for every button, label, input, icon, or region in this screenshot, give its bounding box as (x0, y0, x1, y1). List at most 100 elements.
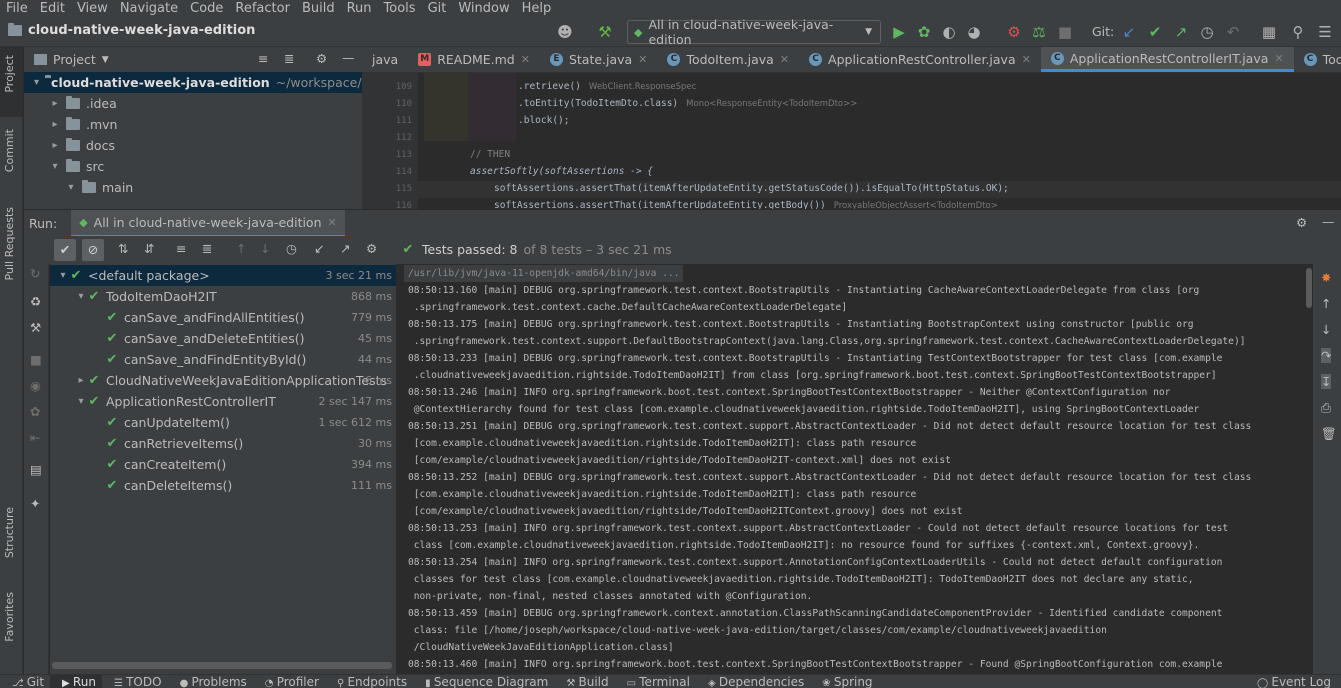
git-commit-icon[interactable]: ✔ (1146, 23, 1164, 41)
up-icon[interactable]: ↑ (1321, 296, 1331, 311)
close-icon[interactable]: ✕ (1274, 52, 1283, 65)
tool-commit[interactable]: Commit (3, 129, 16, 172)
tree-item[interactable]: ▸ docs (50, 135, 115, 156)
run-with-icon[interactable]: ⚙ (1005, 23, 1023, 41)
menu-item-git[interactable]: Git (422, 0, 453, 17)
editor-tab[interactable]: C ApplicationRestController.java ✕ (799, 47, 1041, 72)
project-pane-title[interactable]: Project (53, 52, 96, 67)
previous-icon[interactable]: ↑ (236, 241, 246, 256)
test-method-row[interactable]: ✔ canCreateItem() 394 ms (50, 454, 396, 475)
git-push-icon[interactable]: ↗ (1172, 23, 1190, 41)
debug-icon[interactable]: ✿ (915, 23, 933, 41)
bottom-tab-endpoints[interactable]: ⚲ Endpoints (325, 675, 413, 688)
menu-item-navigate[interactable]: Navigate (114, 0, 184, 17)
event-log-button[interactable]: ◯ Event Log (1245, 675, 1341, 688)
scrollbar-thumb[interactable] (1306, 268, 1312, 308)
menu-item-window[interactable]: Window (452, 0, 515, 17)
editor-tab[interactable]: M README.md ✕ (408, 47, 540, 72)
test-method-row[interactable]: ✔ canDeleteItems() 111 ms (50, 475, 396, 496)
sort-alpha-icon[interactable]: ⇅ (118, 241, 128, 256)
chevron-down-icon[interactable]: ▾ (34, 77, 39, 88)
test-root-row[interactable]: ▾ ✔ <default package> 3 sec 21 ms (50, 265, 396, 286)
editor-tab[interactable]: CTodoService.✕ (1294, 47, 1341, 72)
menu-item-file[interactable]: File (0, 0, 34, 17)
test-class-row[interactable]: ▾ ✔ ApplicationRestControllerIT 2 sec 147 m… (50, 391, 396, 412)
console-scrollbar[interactable] (1305, 264, 1313, 674)
build-hammer-icon[interactable]: ⚒ (596, 23, 614, 41)
menu-item-help[interactable]: Help (516, 0, 558, 17)
test-method-row[interactable]: ✔ canSave_andFindEntityById() 44 ms (50, 349, 396, 370)
tree-item[interactable]: ▾ src (50, 156, 104, 177)
close-icon[interactable]: ✕ (780, 53, 789, 66)
bottom-tab-problems[interactable]: ● Problems (168, 675, 253, 688)
import-icon[interactable]: ↙ (314, 241, 324, 256)
profiler-icon[interactable]: ✸ (1321, 270, 1331, 285)
debug-icon[interactable]: ✿ (30, 404, 40, 419)
bottom-tab-git[interactable]: ⎇ Git (0, 675, 50, 688)
chevron-down-icon[interactable]: ▾ (76, 396, 86, 407)
trash-icon[interactable]: 🗑 (1321, 426, 1337, 442)
tree-item[interactable]: ▾ main (66, 177, 133, 198)
expand-all-icon[interactable]: ≡ (176, 241, 186, 256)
project-root-row[interactable]: ▾ cloud-native-week-java-edition ~/workspa… (24, 72, 395, 93)
minimize-icon[interactable]: — (342, 50, 355, 65)
history-icon[interactable]: ◷ (286, 241, 297, 256)
run-icon[interactable]: ▶ (890, 23, 908, 41)
menu-item-build[interactable]: Build (296, 0, 341, 17)
next-icon[interactable]: ↓ (260, 241, 270, 256)
editor-tab[interactable]: C TodoItem.java ✕ (657, 47, 799, 72)
bottom-tab-build[interactable]: ⚒ Build (554, 675, 614, 688)
tree-item[interactable]: ▸ .mvn (50, 114, 117, 135)
collapse-all-icon[interactable]: ≣ (202, 241, 212, 256)
chevron-right-icon[interactable]: ▸ (76, 375, 86, 386)
attach-icon[interactable]: ⚖ (1030, 23, 1048, 41)
chevron-down-icon[interactable]: ▾ (50, 161, 60, 172)
bottom-tab-dependencies[interactable]: ◈ Dependencies (696, 675, 810, 688)
scroll-to-end-icon[interactable]: ↧ (1321, 374, 1332, 389)
test-class-row[interactable]: ▾ ✔ TodoItemDaoH2IT 868 ms (50, 286, 396, 307)
print-icon[interactable]: ⎙ (1321, 400, 1331, 416)
collapse-all-icon[interactable]: ≣ (284, 51, 294, 66)
wrench-icon[interactable]: ⚒ (30, 320, 41, 335)
menu-item-code[interactable]: Code (184, 0, 229, 17)
chevron-down-icon[interactable]: ▼ (102, 55, 109, 65)
tree-item[interactable]: ▸ .idea (50, 93, 117, 114)
bottom-tab-todo[interactable]: ☰ TODO (102, 675, 168, 688)
project-structure-icon[interactable]: ▦ (1260, 23, 1278, 41)
sort-duration-icon[interactable]: ⇵ (144, 241, 154, 256)
menu-item-view[interactable]: View (71, 0, 114, 17)
gear-icon[interactable]: ⚙ (1296, 215, 1307, 230)
chevron-down-icon[interactable]: ▾ (76, 291, 86, 302)
editor-tab[interactable]: java (362, 47, 408, 72)
layout-icon[interactable]: ▤ (30, 462, 42, 477)
profile-icon[interactable]: ◕ (965, 23, 983, 41)
chevron-down-icon[interactable]: ▾ (58, 270, 68, 281)
tool-pull-requests[interactable]: Pull Requests (3, 207, 16, 280)
coverage-icon[interactable]: ◐ (940, 23, 958, 41)
bottom-tab-run[interactable]: ▶ Run (50, 674, 102, 688)
stop-icon[interactable]: ■ (30, 352, 42, 367)
close-icon[interactable]: ✕ (1022, 53, 1031, 66)
chevron-right-icon[interactable]: ▸ (50, 98, 60, 109)
run-tab[interactable]: ◆ All in cloud-native-week-java-edition … (71, 209, 345, 237)
rollback-icon[interactable]: ↶ (1224, 23, 1242, 41)
tool-structure[interactable]: Structure (3, 507, 16, 558)
breadcrumb[interactable]: cloud-native-week-java-edition (8, 23, 255, 38)
bottom-tab-profiler[interactable]: ◔ Profiler (253, 675, 325, 688)
menu-item-tools[interactable]: Tools (378, 0, 422, 17)
pin-icon[interactable]: ✦ (30, 496, 40, 511)
tool-favorites[interactable]: Favorites (3, 592, 16, 642)
menu-item-refactor[interactable]: Refactor (229, 0, 296, 17)
toggle-auto-test-icon[interactable]: ♻ (30, 294, 41, 309)
test-method-row[interactable]: ✔ canSave_andDeleteEntities() 45 ms (50, 328, 396, 349)
menu-item-run[interactable]: Run (341, 0, 378, 17)
bottom-tab-sequence-diagram[interactable]: ▮ Sequence Diagram (413, 675, 554, 688)
editor-tab[interactable]: C ApplicationRestControllerIT.java ✕ (1040, 47, 1294, 72)
close-icon[interactable]: ✕ (638, 53, 647, 66)
code-editor[interactable]: .retrieve() WebClient.ResponseSpec .toEnti… (418, 73, 1341, 209)
chevron-right-icon[interactable]: ▸ (50, 119, 60, 130)
minimize-icon[interactable]: — (1322, 214, 1335, 229)
show-passed-icon[interactable]: ✔ (54, 239, 76, 261)
console-output[interactable]: /usr/lib/jvm/java-11-openjdk-amd64/bin/j… (397, 264, 1305, 674)
rerun-failed-icon[interactable]: ↻ (30, 266, 40, 281)
